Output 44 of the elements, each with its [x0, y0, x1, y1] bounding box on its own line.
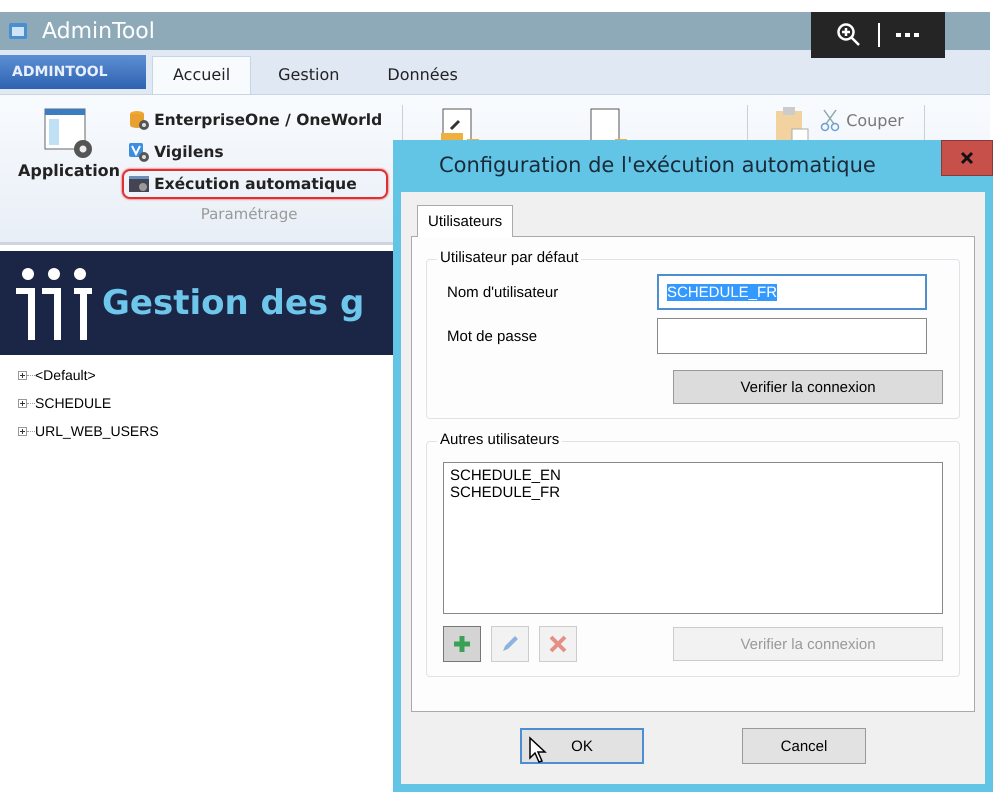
users-list[interactable]: SCHEDULE_EN SCHEDULE_FR	[443, 462, 943, 614]
application-button[interactable]: Application	[0, 105, 122, 199]
close-button[interactable]	[941, 140, 993, 176]
expand-icon[interactable]	[18, 398, 27, 408]
ribbon-tab[interactable]: Gestion	[257, 56, 360, 94]
expand-icon[interactable]	[18, 426, 27, 436]
zoom-in-icon[interactable]	[836, 22, 862, 48]
add-button[interactable]	[443, 626, 481, 662]
plus-icon	[452, 634, 472, 654]
pencil-icon	[500, 634, 520, 654]
more-icon[interactable]	[896, 32, 920, 38]
group-title: Utilisateur par défaut	[437, 249, 582, 266]
tree-item[interactable]: SCHEDULE	[35, 395, 112, 411]
group-label: Paramétrage	[200, 205, 298, 223]
database-gear-icon	[128, 109, 150, 131]
list-item[interactable]: SCHEDULE_FR	[450, 484, 560, 501]
shield-gear-icon	[128, 141, 150, 163]
logo-icon	[14, 266, 94, 340]
cut-button[interactable]: Couper	[812, 105, 910, 135]
verify-connection-button[interactable]: Verifier la connexion	[673, 370, 943, 404]
ribbon-item[interactable]: Exécution automatique	[122, 169, 388, 199]
tree-item[interactable]: URL_WEB_USERS	[35, 423, 159, 439]
ribbon-tab[interactable]: Données	[366, 56, 479, 94]
tree-item[interactable]: <Default>	[35, 367, 96, 383]
console-gear-icon	[128, 173, 150, 195]
ribbon-item[interactable]: Vigilens	[122, 137, 388, 167]
list-item[interactable]: SCHEDULE_EN	[450, 467, 561, 484]
close-icon	[960, 151, 974, 165]
ribbon-tab[interactable]: Accueil	[152, 56, 252, 94]
mouse-cursor-icon	[528, 736, 548, 764]
window-title: AdminTool	[42, 18, 155, 44]
app-icon	[8, 21, 28, 41]
banner-title: Gestion des g	[102, 283, 364, 323]
delete-icon	[548, 634, 568, 654]
field-label: Mot de passe	[446, 328, 538, 344]
field-label: Nom d'utilisateur	[446, 284, 560, 300]
password-field[interactable]	[657, 318, 927, 354]
dialog-title: Configuration de l'exécution automatique	[439, 153, 876, 177]
ok-button[interactable]: OK	[520, 728, 644, 764]
dialog-tab[interactable]: Utilisateurs	[417, 205, 514, 237]
ribbon-item[interactable]: EnterpriseOne / OneWorld	[122, 105, 388, 135]
expand-icon[interactable]	[18, 370, 27, 380]
app-menu-button[interactable]: ADMINTOOL	[0, 55, 146, 89]
cancel-button[interactable]: Cancel	[742, 728, 866, 764]
